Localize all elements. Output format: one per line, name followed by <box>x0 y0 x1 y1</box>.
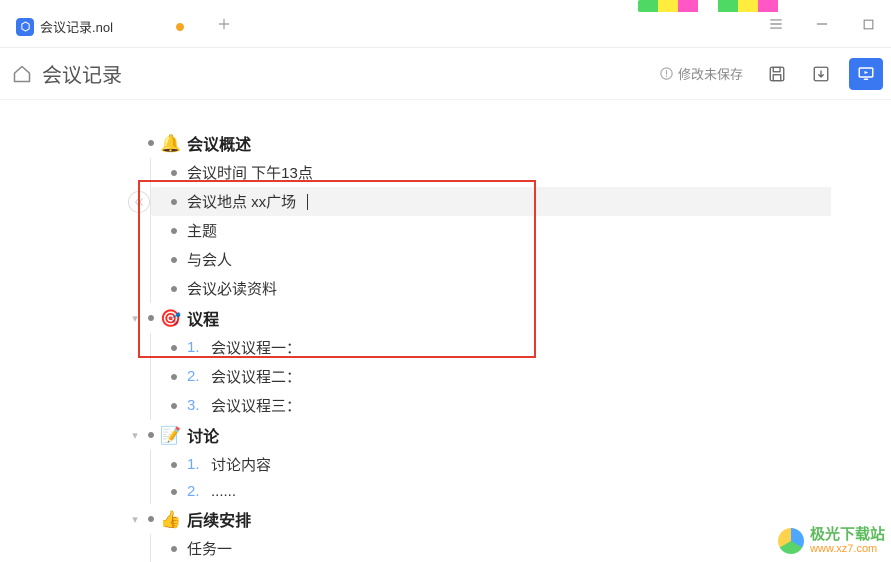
watermark: 极光下载站 www.xz7.com <box>776 526 885 556</box>
document-body[interactable]: ▾ 🔔 会议概述 会议时间 下午13点 会议地点 xx广场 主题 <box>0 100 891 562</box>
item-number: 2. <box>187 368 201 385</box>
home-button[interactable] <box>8 60 36 88</box>
item-number: 1. <box>187 456 201 473</box>
section-title: 后续安排 <box>187 507 251 531</box>
document-title[interactable]: 会议记录 <box>42 59 122 88</box>
list-item[interactable]: 会议地点 xx广场 <box>151 187 891 216</box>
present-button[interactable] <box>849 58 883 90</box>
chevron-down-icon[interactable]: ▾ <box>128 512 142 526</box>
list-item[interactable]: 会议时间 下午13点 <box>151 158 891 187</box>
item-text: 会议必读资料 <box>187 278 277 299</box>
list-item[interactable]: 2. ...... <box>151 479 891 504</box>
bullet-icon <box>171 403 177 409</box>
text-cursor <box>307 194 308 210</box>
section-header[interactable]: ▾ 🎯 议程 <box>128 303 891 333</box>
section-title: 讨论 <box>187 423 219 447</box>
item-text: 与会人 <box>187 249 232 270</box>
item-text: 讨论内容 <box>211 454 271 475</box>
bullet-icon <box>171 345 177 351</box>
section-agenda: ▾ 🎯 议程 1. 会议议程一： 2. 会议议程二： 3. <box>128 303 891 420</box>
unsaved-indicator-icon <box>176 23 184 31</box>
app-icon <box>16 18 34 36</box>
header-actions: 修改未保存 <box>653 58 883 90</box>
list-item[interactable]: 与会人 <box>151 245 891 274</box>
tab-active[interactable]: 会议记录.nol <box>4 9 194 45</box>
target-icon: 🎯 <box>160 310 181 327</box>
section-overview: ▾ 🔔 会议概述 会议时间 下午13点 会议地点 xx广场 主题 <box>128 128 891 303</box>
section-title: 会议概述 <box>187 131 251 155</box>
item-text: ...... <box>211 483 236 500</box>
new-tab-button[interactable] <box>210 10 238 38</box>
watermark-name: 极光下载站 <box>810 527 885 544</box>
info-icon <box>659 66 674 81</box>
list-item[interactable]: 1. 讨论内容 <box>151 450 891 479</box>
list-item[interactable]: 1. 会议议程一： <box>151 333 891 362</box>
item-text: 会议议程三： <box>211 395 301 416</box>
thumbsup-icon: 👍 <box>160 511 181 528</box>
bell-icon: 🔔 <box>160 135 181 152</box>
maximize-button[interactable] <box>845 0 891 48</box>
outline-root: ▾ 🔔 会议概述 会议时间 下午13点 会议地点 xx广场 主题 <box>128 100 891 562</box>
section-discussion: ▾ 📝 讨论 1. 讨论内容 2. ...... <box>128 420 891 504</box>
section-children: 会议时间 下午13点 会议地点 xx广场 主题 与会人 会议必读资料 <box>150 158 891 303</box>
bullet-icon <box>171 199 177 205</box>
section-header[interactable]: ▾ 📝 讨论 <box>128 420 891 450</box>
bullet-icon <box>171 170 177 176</box>
bullet-icon <box>171 374 177 380</box>
export-button[interactable] <box>805 58 837 90</box>
item-number: 1. <box>187 339 201 356</box>
window-controls <box>753 0 891 48</box>
header: 会议记录 修改未保存 <box>0 48 891 100</box>
item-number: 2. <box>187 483 201 500</box>
chevron-down-icon[interactable]: ▾ <box>128 428 142 442</box>
bullet-icon <box>171 257 177 263</box>
save-button[interactable] <box>761 58 793 90</box>
bullet-icon <box>171 489 177 495</box>
menu-button[interactable] <box>753 0 799 48</box>
section-children: 1. 讨论内容 2. ...... <box>150 450 891 504</box>
item-text: 任务一 <box>187 538 232 559</box>
bullet-icon <box>148 432 154 438</box>
memo-icon: 📝 <box>160 427 181 444</box>
section-title: 议程 <box>187 306 219 330</box>
chevron-down-icon[interactable]: ▾ <box>128 311 142 325</box>
item-number: 3. <box>187 397 201 414</box>
collapse-handle-icon[interactable] <box>128 191 150 213</box>
section-children: 1. 会议议程一： 2. 会议议程二： 3. 会议议程三： <box>150 333 891 420</box>
save-status: 修改未保存 <box>653 60 749 87</box>
watermark-url: www.xz7.com <box>810 543 885 555</box>
save-status-text: 修改未保存 <box>678 64 743 83</box>
bullet-icon <box>148 315 154 321</box>
item-text: 会议地点 xx广场 <box>187 191 296 212</box>
watermark-logo-icon <box>776 526 806 556</box>
item-text: 会议议程二： <box>211 366 301 387</box>
bullet-icon <box>171 462 177 468</box>
item-text: 主题 <box>187 220 217 241</box>
list-item[interactable]: 主题 <box>151 216 891 245</box>
item-text: 会议时间 下午13点 <box>187 162 313 183</box>
bullet-icon <box>148 140 154 146</box>
bullet-icon <box>171 546 177 552</box>
item-text: 会议议程一： <box>211 337 301 358</box>
bullet-icon <box>148 516 154 522</box>
minimize-button[interactable] <box>799 0 845 48</box>
section-header[interactable]: ▾ 🔔 会议概述 <box>128 128 891 158</box>
tab-title: 会议记录.nol <box>40 17 113 36</box>
list-item[interactable]: 3. 会议议程三： <box>151 391 891 420</box>
bullet-icon <box>171 228 177 234</box>
tab-bar: 会议记录.nol <box>0 0 891 48</box>
list-item[interactable]: 2. 会议议程二： <box>151 362 891 391</box>
list-item[interactable]: 会议必读资料 <box>151 274 891 303</box>
bullet-icon <box>171 286 177 292</box>
